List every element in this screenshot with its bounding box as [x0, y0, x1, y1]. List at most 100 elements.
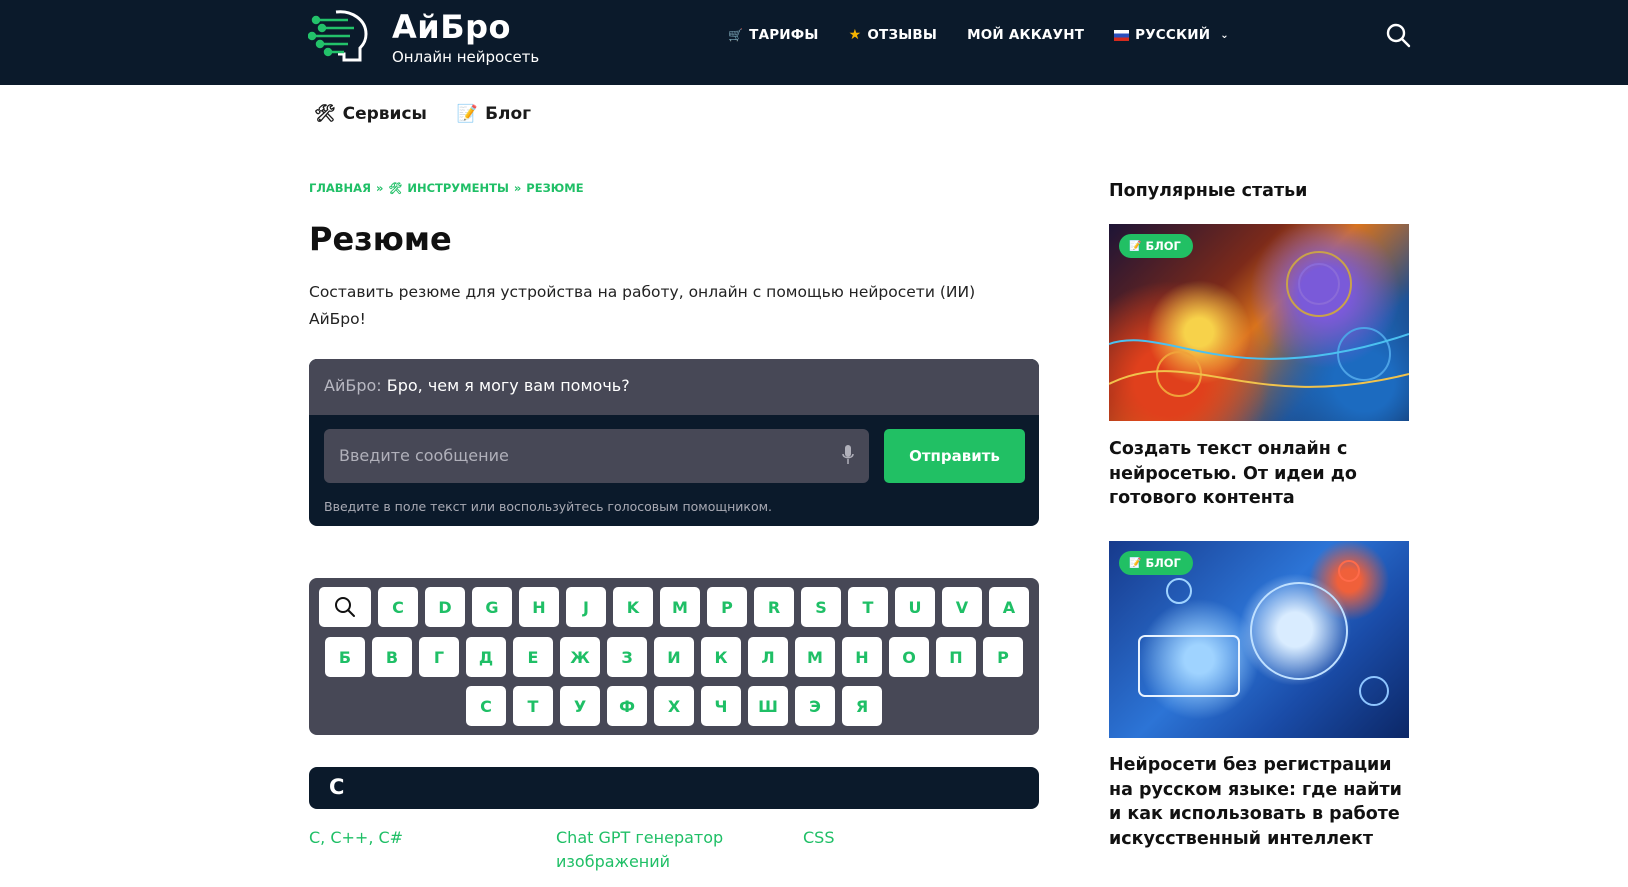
sidebar-title: Популярные статьи	[1109, 181, 1308, 201]
microphone-icon[interactable]	[841, 444, 855, 466]
letter-key[interactable]: G	[472, 587, 512, 627]
page-title: Резюме	[309, 220, 452, 258]
search-icon	[335, 597, 355, 617]
blog-badge-label: БЛОГ	[1145, 239, 1181, 253]
subnav-services-label: Сервисы	[342, 104, 427, 124]
letter-key[interactable]: К	[701, 637, 741, 677]
letter-key[interactable]: H	[519, 587, 559, 627]
letter-key[interactable]: Д	[466, 637, 506, 677]
language-selector[interactable]: РУССКИЙ ⌄	[1114, 27, 1229, 43]
letter-key[interactable]: Э	[795, 686, 835, 726]
letter-key[interactable]: S	[801, 587, 841, 627]
blog-badge-label: БЛОГ	[1145, 556, 1181, 570]
breadcrumb-tools[interactable]: ИНСТРУМЕНТЫ	[407, 181, 509, 195]
nav-reviews[interactable]: ★ ОТЗЫВЫ	[849, 27, 938, 43]
letter-key[interactable]: О	[889, 637, 929, 677]
tools-icon: 🛠	[388, 181, 403, 195]
memo-icon: 📝	[1129, 557, 1142, 569]
blog-badge: 📝 БЛОГ	[1119, 551, 1193, 575]
breadcrumb-home[interactable]: ГЛАВНАЯ	[309, 181, 371, 195]
subnav-blog[interactable]: 📝 Блог	[457, 104, 531, 124]
tool-link[interactable]: C, C++, C#	[309, 826, 403, 850]
top-navigation: 🛒 ТАРИФЫ ★ ОТЗЫВЫ МОЙ АККАУНТ РУССКИЙ ⌄	[728, 27, 1229, 43]
chat-greeting: Бро, чем я могу вам помочь?	[386, 376, 630, 395]
letter-key[interactable]: У	[560, 686, 600, 726]
letter-key[interactable]: П	[936, 637, 976, 677]
letter-key[interactable]: V	[942, 587, 982, 627]
letter-key[interactable]: Л	[748, 637, 788, 677]
language-label: РУССКИЙ	[1135, 27, 1211, 43]
tool-link[interactable]: CSS	[803, 826, 834, 850]
letter-key[interactable]: J	[566, 587, 606, 627]
letter-key[interactable]: D	[425, 587, 465, 627]
breadcrumb-current: РЕЗЮМЕ	[526, 181, 584, 195]
article-thumbnail[interactable]: 📝 БЛОГ	[1109, 224, 1409, 421]
secondary-navigation: 🛠 Сервисы 📝 Блог	[314, 104, 531, 124]
chat-hint: Введите в поле текст или воспользуйтесь …	[324, 499, 773, 514]
star-icon: ★	[848, 27, 862, 43]
letter-key[interactable]: Г	[419, 637, 459, 677]
letter-key[interactable]: M	[660, 587, 700, 627]
letter-key[interactable]: А	[989, 587, 1029, 627]
letter-key[interactable]: K	[613, 587, 653, 627]
memo-icon: 📝	[1129, 240, 1142, 252]
letter-key[interactable]: В	[372, 637, 412, 677]
letter-key[interactable]: C	[378, 587, 418, 627]
message-input-placeholder: Введите сообщение	[339, 446, 509, 465]
letter-key[interactable]: Ф	[607, 686, 647, 726]
breadcrumb-separator: »	[375, 181, 384, 195]
page-intro: Составить резюме для устройства на работ…	[309, 283, 976, 328]
search-icon[interactable]	[1385, 22, 1411, 48]
letter-key[interactable]: Е	[513, 637, 553, 677]
subnav-services[interactable]: 🛠 Сервисы	[314, 104, 427, 124]
alphabet-filter: C D G H J K M P R S T U V А Б В Г Д Е Ж …	[309, 578, 1039, 735]
chat-bot-name: АйБро:	[324, 376, 382, 395]
blog-badge: 📝 БЛОГ	[1119, 234, 1193, 258]
breadcrumb-separator: »	[513, 181, 522, 195]
cart-icon: 🛒	[728, 28, 744, 42]
letter-key[interactable]: И	[654, 637, 694, 677]
send-button[interactable]: Отправить	[884, 429, 1025, 483]
message-input[interactable]: Введите сообщение	[324, 429, 869, 483]
letter-key[interactable]: U	[895, 587, 935, 627]
tool-link[interactable]: Chat GPT генератор изображений	[556, 826, 756, 874]
letter-key[interactable]: С	[466, 686, 506, 726]
letter-key[interactable]: Р	[983, 637, 1023, 677]
article-title[interactable]: Нейросети без регистрации на русском язы…	[1109, 753, 1409, 851]
nav-account[interactable]: МОЙ АККАУНТ	[967, 27, 1084, 43]
brand-title[interactable]: АйБро	[392, 8, 511, 46]
top-header: АйБро Онлайн нейросеть 🛒 ТАРИФЫ ★ ОТЗЫВЫ…	[0, 0, 1628, 85]
article-title[interactable]: Создать текст онлайн с нейросетью. От ид…	[1109, 437, 1409, 511]
nav-reviews-label: ОТЗЫВЫ	[867, 27, 938, 43]
letter-key[interactable]: P	[707, 587, 747, 627]
alphabet-row: Б В Г Д Е Ж З И К Л М Н О П Р	[309, 637, 1039, 677]
chat-widget: АйБро: Бро, чем я могу вам помочь? Введи…	[309, 359, 1039, 526]
letter-key[interactable]: Б	[325, 637, 365, 677]
russian-flag-icon	[1114, 29, 1130, 41]
brand-subtitle: Онлайн нейросеть	[392, 48, 540, 66]
alphabet-search-button[interactable]	[319, 587, 371, 627]
letter-key[interactable]: Ж	[560, 637, 600, 677]
letter-key[interactable]: Х	[654, 686, 694, 726]
letter-key[interactable]: R	[754, 587, 794, 627]
letter-key[interactable]: Ч	[701, 686, 741, 726]
letter-key[interactable]: T	[848, 587, 888, 627]
letter-key[interactable]: Н	[842, 637, 882, 677]
brain-circuit-logo-icon[interactable]	[308, 8, 372, 66]
section-heading: C	[309, 767, 1039, 809]
chevron-down-icon: ⌄	[1220, 29, 1229, 41]
memo-icon: 📝	[456, 104, 479, 124]
alphabet-row: C D G H J K M P R S T U V А	[309, 587, 1039, 627]
nav-tariffs[interactable]: 🛒 ТАРИФЫ	[728, 27, 819, 43]
tools-icon: 🛠	[314, 104, 336, 124]
alphabet-row: С Т У Ф Х Ч Ш Э Я	[309, 686, 1039, 726]
article-thumbnail[interactable]: 📝 БЛОГ	[1109, 541, 1409, 738]
letter-key[interactable]: М	[795, 637, 835, 677]
subnav-blog-label: Блог	[485, 104, 532, 124]
nav-tariffs-label: ТАРИФЫ	[749, 27, 819, 43]
letter-key[interactable]: З	[607, 637, 647, 677]
letter-key[interactable]: Т	[513, 686, 553, 726]
letter-key[interactable]: Ш	[748, 686, 788, 726]
letter-key[interactable]: Я	[842, 686, 882, 726]
chat-message: АйБро: Бро, чем я могу вам помочь?	[309, 359, 1039, 415]
